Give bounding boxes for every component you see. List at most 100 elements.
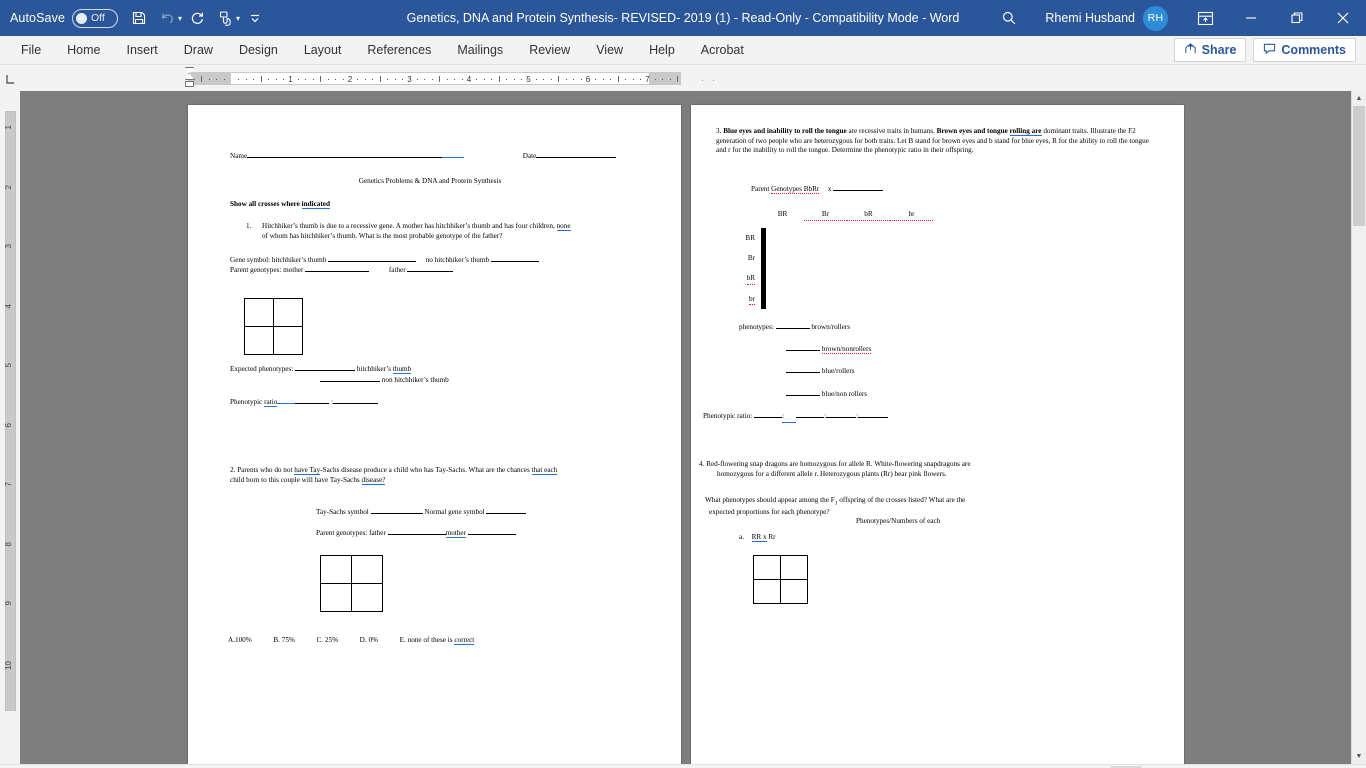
- share-label: Share: [1201, 43, 1237, 57]
- ruler-half-tick: [617, 76, 619, 82]
- tab-review[interactable]: Review: [516, 36, 583, 64]
- tab-mailings[interactable]: Mailings: [444, 36, 516, 64]
- comments-button[interactable]: Comments: [1253, 38, 1356, 62]
- share-button[interactable]: Share: [1173, 38, 1247, 62]
- undo-dropdown-caret[interactable]: ▾: [178, 14, 182, 23]
- document-page-2[interactable]: 3. Blue eyes and inability to roll the t…: [691, 105, 1184, 764]
- search-icon[interactable]: [989, 0, 1029, 36]
- ruler-tick: [312, 78, 314, 80]
- pages-area: Name Date Genetics Problems & DNA and Pr…: [20, 91, 1366, 764]
- punnett-cell[interactable]: [351, 555, 383, 584]
- tab-insert[interactable]: Insert: [114, 36, 171, 64]
- q2-text-c: child born to this couple will have Tay-…: [230, 475, 362, 484]
- q4-item-a-cross-emphasis: RR x: [751, 533, 767, 542]
- minimize-button[interactable]: [1228, 0, 1274, 36]
- horizontal-ruler-bar: 1 2 3 4 5 6 7: [0, 65, 1366, 91]
- ruler-half-tick: [558, 76, 560, 82]
- share-icon: [1184, 42, 1197, 58]
- save-icon[interactable]: [126, 5, 152, 31]
- avatar[interactable]: RH: [1143, 5, 1168, 31]
- restore-button[interactable]: [1274, 0, 1320, 36]
- punnett-cell[interactable]: [320, 583, 352, 612]
- punnett-row-header-3: bR: [746, 274, 755, 285]
- q3-cross-symbol: x: [827, 185, 832, 193]
- ruler-tick: [454, 78, 456, 80]
- ruler-tick: [372, 78, 374, 80]
- touch-mouse-mode-icon[interactable]: [212, 5, 238, 31]
- phenotypic-ratio-emphasis: ratio: [264, 398, 278, 407]
- tab-layout[interactable]: Layout: [291, 36, 355, 64]
- q4-column-header: Phenotypes/Numbers of each: [856, 517, 941, 525]
- account-name[interactable]: Rhemi Husband: [1029, 0, 1143, 36]
- table-row: [761, 228, 766, 249]
- ruler-number: 4: [466, 75, 472, 84]
- vertical-ruler[interactable]: 1 2 3 4 5 6 7 8 9 10: [0, 91, 20, 764]
- punnett-square-q4[interactable]: [753, 555, 808, 604]
- tab-references[interactable]: References: [354, 36, 444, 64]
- punnett-cell[interactable]: [780, 579, 808, 604]
- customize-quick-access-toolbar-icon[interactable]: [242, 5, 268, 31]
- vertical-ruler-number: 2: [4, 184, 13, 189]
- redo-icon[interactable]: [184, 5, 210, 31]
- tab-view[interactable]: View: [583, 36, 636, 64]
- q3-text-1: are recessive traits in humans.: [846, 127, 937, 135]
- q3-parent-genotypes-emphasis: Genotypes BbRr: [771, 185, 820, 194]
- punnett-cell[interactable]: [244, 298, 274, 327]
- table-row: [244, 298, 303, 327]
- vertical-scrollbar[interactable]: ▲ ▼: [1351, 91, 1366, 764]
- ruler-tick: [223, 78, 225, 80]
- document-page-1[interactable]: Name Date Genetics Problems & DNA and Pr…: [188, 105, 681, 764]
- ruler-half-tick: [677, 76, 679, 82]
- tab-stop-selector[interactable]: [4, 71, 18, 85]
- punnett-cell[interactable]: [764, 268, 766, 289]
- autosave-switch[interactable]: Off: [72, 8, 119, 28]
- punnett-cell[interactable]: [764, 228, 766, 249]
- undo-icon[interactable]: [154, 5, 180, 31]
- ribbon-tabs: File Home Insert Draw Design Layout Refe…: [0, 36, 757, 64]
- punnett-cell[interactable]: [764, 288, 766, 309]
- no-hitchhiker-label: no hitchhiker’s thumb: [425, 256, 490, 264]
- phenotype-item-2: brown/nonrollers: [821, 345, 872, 354]
- status-bar: Page 1 of 6 613 words Focus: [0, 764, 1366, 768]
- punnett-square-q2[interactable]: [320, 555, 383, 612]
- tab-draw[interactable]: Draw: [171, 36, 226, 64]
- close-button[interactable]: [1320, 0, 1366, 36]
- ruler-tick: [506, 78, 508, 80]
- punnett-cell[interactable]: [753, 555, 781, 580]
- ruler-tick: [513, 78, 515, 80]
- ribbon-display-options-icon[interactable]: [1182, 0, 1228, 36]
- ruler-tick: [275, 78, 277, 80]
- punnett-cell[interactable]: [273, 298, 303, 327]
- ruler-number: 7: [645, 75, 650, 84]
- punnett-cell[interactable]: [780, 555, 808, 580]
- gene-symbol-label: Gene symbol: hitchhiker’s thumb: [230, 256, 327, 264]
- tab-help[interactable]: Help: [636, 36, 688, 64]
- tab-home[interactable]: Home: [54, 36, 113, 64]
- punnett-cell[interactable]: [753, 579, 781, 604]
- punnett-cell[interactable]: [764, 248, 766, 269]
- tab-design[interactable]: Design: [226, 36, 291, 64]
- tab-file[interactable]: File: [8, 36, 54, 64]
- ruler-half-tick: [439, 76, 441, 82]
- autosave-toggle[interactable]: AutoSave Off: [10, 8, 119, 28]
- left-indent-marker[interactable]: [185, 81, 194, 87]
- punnett-square-q1[interactable]: [244, 298, 303, 355]
- page2-indent-marker[interactable]: [702, 73, 714, 81]
- tab-acrobat[interactable]: Acrobat: [688, 36, 757, 64]
- horizontal-ruler[interactable]: 1 2 3 4 5 6 7: [188, 72, 681, 85]
- punnett-square-q3[interactable]: [761, 228, 766, 309]
- date-label: Date: [522, 152, 537, 160]
- punnett-cell[interactable]: [320, 555, 352, 584]
- q4-text-e-wrap: expected proportions for each phenotype?: [709, 508, 1125, 518]
- scroll-up-arrow[interactable]: ▲: [1352, 91, 1366, 106]
- punnett-cell[interactable]: [273, 326, 303, 355]
- q3-bold-2: Brown eyes and tongue: [936, 127, 1010, 135]
- touch-mode-dropdown-caret[interactable]: ▾: [236, 14, 240, 23]
- choice-c: C. 25%: [316, 636, 339, 644]
- scroll-down-arrow[interactable]: ▼: [1352, 749, 1366, 764]
- scrollbar-thumb[interactable]: [1353, 106, 1365, 226]
- punnett-cell[interactable]: [244, 326, 274, 355]
- punnett-cell[interactable]: [351, 583, 383, 612]
- q1-emphasis: none: [556, 222, 571, 231]
- table-row: [761, 268, 766, 289]
